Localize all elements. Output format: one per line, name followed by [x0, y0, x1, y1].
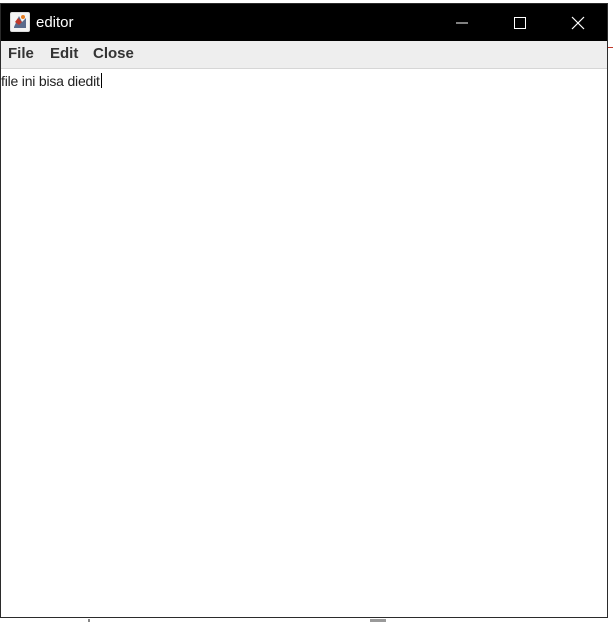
editor-window: editor File Edit Close file ini bisa die…	[0, 3, 608, 618]
maximize-button[interactable]	[491, 4, 549, 41]
editor-content: file ini bisa diedit	[1, 73, 100, 89]
minimize-button[interactable]	[433, 4, 491, 41]
menu-bar: File Edit Close	[1, 41, 607, 69]
editor-text-line: file ini bisa diedit	[1, 73, 102, 90]
text-caret	[100, 73, 102, 88]
background-window-edge	[608, 47, 613, 48]
menu-edit[interactable]: Edit	[43, 41, 85, 68]
minimize-icon	[456, 22, 468, 23]
text-editor-area[interactable]: file ini bisa diedit	[1, 69, 607, 617]
title-bar[interactable]: editor	[1, 4, 607, 41]
java-app-icon[interactable]	[10, 12, 30, 32]
close-icon	[571, 16, 585, 29]
close-button[interactable]	[549, 4, 607, 41]
window-title: editor	[36, 14, 74, 31]
menu-close[interactable]: Close	[86, 41, 141, 68]
menu-file[interactable]: File	[1, 41, 41, 68]
maximize-icon	[514, 16, 526, 29]
